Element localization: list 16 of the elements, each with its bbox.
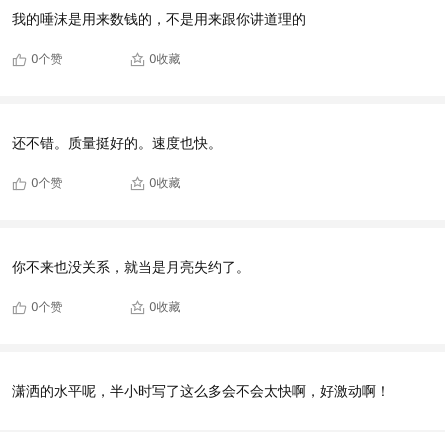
favorite-count[interactable]: 0收藏: [149, 50, 181, 68]
favorite-count[interactable]: 0收藏: [149, 174, 181, 192]
like-count[interactable]: 0个赞: [31, 50, 63, 68]
favorite-count[interactable]: 0收藏: [149, 298, 181, 316]
thumbs-up-icon[interactable]: [12, 52, 27, 66]
post-text: 你不来也没关系，就当是月亮失约了。: [12, 259, 251, 278]
post-text: 还不错。质量挺好的。速度也快。: [12, 135, 223, 154]
favorite-icon[interactable]: [130, 52, 145, 66]
thumbs-up-icon[interactable]: [12, 176, 27, 190]
thumbs-up-icon[interactable]: [12, 300, 27, 314]
favorite-icon[interactable]: [130, 176, 145, 190]
like-count[interactable]: 0个赞: [31, 174, 63, 192]
like-count[interactable]: 0个赞: [31, 298, 63, 316]
favorite-icon[interactable]: [130, 300, 145, 314]
post-text: 我的唾沫是用来数钱的，不是用来跟你讲道理的: [12, 11, 307, 30]
post-text: 潇洒的水平呢，半小时写了这么多会不会太快啊，好激动啊！: [12, 383, 391, 402]
